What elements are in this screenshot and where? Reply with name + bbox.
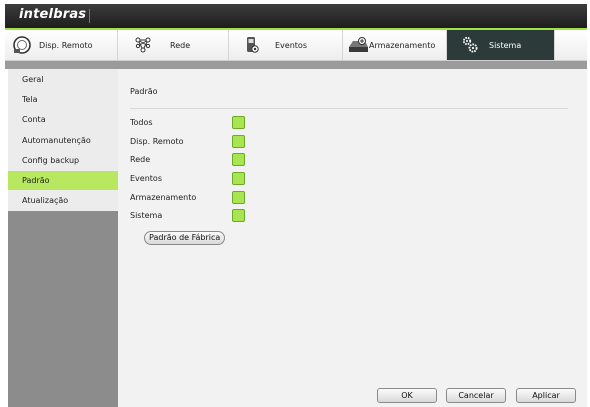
option-row-sistema: Sistema <box>130 209 330 223</box>
checkbox-eventos[interactable] <box>232 172 245 185</box>
tab-label: Disp. Remoto <box>39 40 93 50</box>
tab-label: Sistema <box>489 40 522 50</box>
tab-events[interactable]: Eventos <box>229 30 343 60</box>
main-tabs: Disp. Remoto Rede Eventos Armazenamento … <box>5 30 587 61</box>
option-row-armazenamento: Armazenamento <box>130 191 330 205</box>
option-row-todos: Todos <box>130 116 330 130</box>
checkbox-disp-remoto[interactable] <box>232 135 245 148</box>
logo-divider <box>89 9 90 23</box>
storage-icon <box>347 34 369 56</box>
option-row-rede: Rede <box>130 153 330 167</box>
sidebar-item-geral[interactable]: Geral <box>8 70 118 89</box>
checkbox-todos[interactable] <box>232 116 245 129</box>
checkbox-sistema[interactable] <box>232 209 245 222</box>
page-title: Padrão <box>130 87 158 96</box>
checkbox-rede[interactable] <box>232 153 245 166</box>
sidebar-item-atualizacao[interactable]: Atualização <box>8 191 118 210</box>
factory-default-button[interactable]: Padrão de Fábrica <box>144 231 226 245</box>
sidebar: Geral Tela Conta Automanutenção Config b… <box>8 69 118 407</box>
tab-label: Eventos <box>275 40 307 50</box>
checkbox-armazenamento[interactable] <box>232 191 245 204</box>
tab-remote-device[interactable]: Disp. Remoto <box>5 30 118 60</box>
content-panel: Padrão Todos Disp. Remoto Rede Eventos A… <box>118 69 587 407</box>
tab-divider-strip <box>5 61 587 69</box>
top-bar: intelbras <box>5 4 587 28</box>
tab-system[interactable]: Sistema <box>447 30 555 60</box>
sidebar-item-automanutencao[interactable]: Automanutenção <box>8 131 118 150</box>
option-row-disp-remoto: Disp. Remoto <box>130 135 330 149</box>
sidebar-item-conta[interactable]: Conta <box>8 110 118 129</box>
sidebar-item-config-backup[interactable]: Config backup <box>8 151 118 170</box>
option-label: Eventos <box>130 174 162 183</box>
remote-device-icon <box>11 34 33 56</box>
divider <box>130 108 568 109</box>
events-icon <box>241 34 263 56</box>
apply-button[interactable]: Aplicar <box>516 388 576 403</box>
sidebar-item-tela[interactable]: Tela <box>8 90 118 109</box>
ok-button[interactable]: OK <box>377 388 437 403</box>
tab-storage[interactable]: Armazenamento <box>343 30 447 60</box>
option-label: Disp. Remoto <box>130 137 184 146</box>
tab-network[interactable]: Rede <box>118 30 229 60</box>
tab-label: Armazenamento <box>369 40 436 50</box>
network-icon <box>132 34 154 56</box>
option-label: Armazenamento <box>130 193 197 202</box>
tab-label: Rede <box>170 40 191 50</box>
sidebar-menu: Geral Tela Conta Automanutenção Config b… <box>8 69 118 211</box>
cancel-button[interactable]: Cancelar <box>446 388 506 403</box>
option-row-eventos: Eventos <box>130 172 330 186</box>
option-label: Todos <box>130 118 153 127</box>
option-label: Sistema <box>130 211 163 220</box>
gears-icon <box>459 34 481 56</box>
brand-logo: intelbras <box>19 7 87 22</box>
option-label: Rede <box>130 155 151 164</box>
sidebar-item-padrao[interactable]: Padrão <box>8 171 118 190</box>
